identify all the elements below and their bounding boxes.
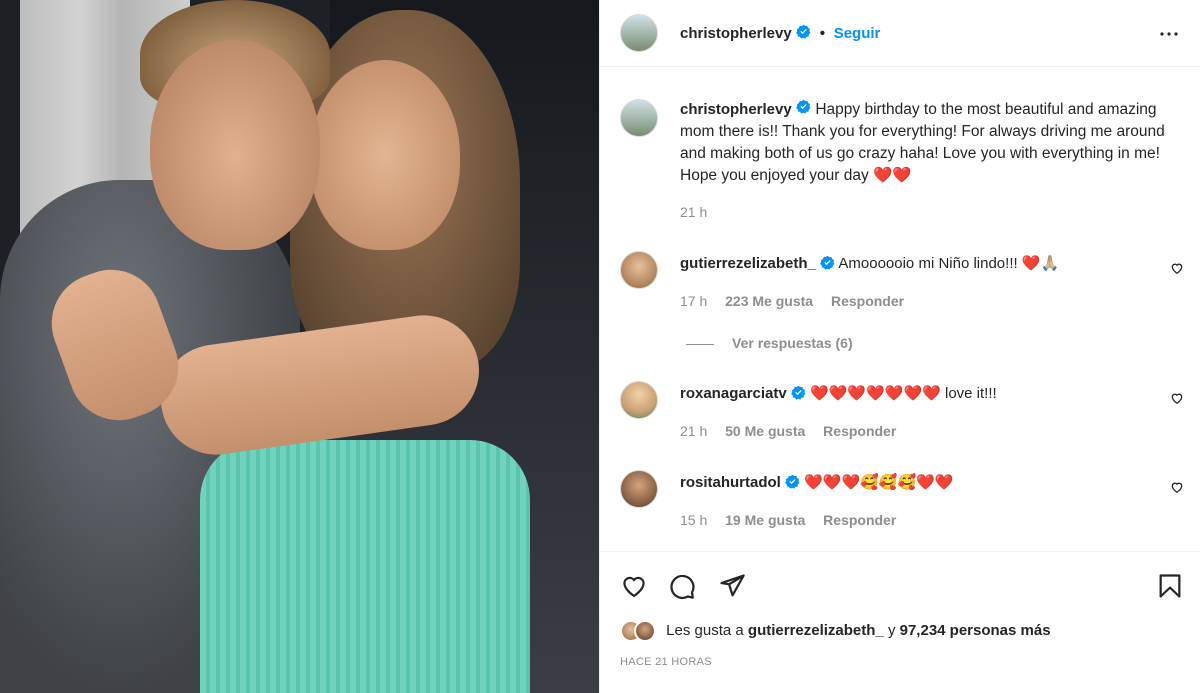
more-options-icon[interactable] [1157, 22, 1181, 51]
comment: rositahurtadol ❤️❤️❤️🥰🥰🥰❤️❤️ [680, 473, 954, 493]
replies-divider-line [686, 343, 714, 345]
likes-count[interactable]: 97,234 personas más [900, 622, 1051, 639]
verified-badge-icon [820, 255, 835, 274]
comment-meta: 21 h 50 Me gusta Responder [680, 423, 910, 439]
photo-man-face [150, 40, 320, 250]
likes-summary: Les gusta a gutierrezelizabeth_ y 97,234… [620, 620, 1051, 642]
actions-divider [600, 551, 1200, 552]
comment-time: 21 h [680, 423, 708, 439]
comment-avatar[interactable] [620, 251, 658, 289]
caption-time: 21 h [680, 204, 708, 220]
comment-username[interactable]: roxanagarciatv [680, 385, 787, 402]
verified-badge-icon [796, 24, 811, 44]
caption-author-username[interactable]: christopherlevy [680, 101, 792, 118]
post-header: christopherlevy • Seguir [600, 0, 1200, 67]
liker-avatar[interactable] [634, 620, 656, 642]
comment-text: ❤️❤️❤️❤️❤️❤️❤️ love it!!! [810, 385, 997, 402]
likes-prefix: Les gusta a [666, 621, 744, 639]
share-send-icon[interactable] [718, 572, 746, 605]
comment-likes[interactable]: 19 Me gusta [725, 512, 805, 528]
post-side-panel: christopherlevy • Seguir christopherlevy… [599, 0, 1200, 693]
comment-avatar[interactable] [620, 381, 658, 419]
view-replies-label: Ver respuestas (6) [732, 335, 853, 351]
post-photo[interactable] [0, 0, 599, 693]
comment-username[interactable]: rositahurtadol [680, 474, 781, 491]
comment-avatar[interactable] [620, 470, 658, 508]
verified-badge-icon [796, 99, 811, 121]
comment: gutierrezelizabeth_ Amoooooio mi Niño li… [680, 254, 1059, 274]
comment-username[interactable]: gutierrezelizabeth_ [680, 255, 816, 272]
comment-time: 15 h [680, 512, 708, 528]
like-comment-heart-icon[interactable] [1170, 480, 1184, 499]
follow-button[interactable]: Seguir [834, 25, 881, 42]
save-bookmark-icon[interactable] [1156, 572, 1184, 605]
reply-button[interactable]: Responder [831, 293, 904, 309]
post-timestamp: HACE 21 HORAS [620, 656, 712, 668]
reply-button[interactable]: Responder [823, 512, 896, 528]
author-username[interactable]: christopherlevy [680, 25, 792, 42]
like-comment-heart-icon[interactable] [1170, 391, 1184, 410]
photo-dress [200, 440, 530, 693]
view-replies-button[interactable]: Ver respuestas (6) [686, 335, 853, 351]
verified-badge-icon [785, 474, 800, 493]
like-heart-icon[interactable] [620, 572, 648, 605]
comment-meta: 17 h 223 Me gusta Responder [680, 293, 918, 309]
author-avatar[interactable] [620, 14, 658, 52]
caption-author-avatar[interactable] [620, 99, 658, 137]
post-caption: christopherlevy Happy birthday to the mo… [680, 99, 1180, 187]
reply-button[interactable]: Responder [823, 423, 896, 439]
comment-text: Amoooooio mi Niño lindo!!! ❤️🙏🏼 [838, 255, 1060, 272]
comment: roxanagarciatv ❤️❤️❤️❤️❤️❤️❤️ love it!!! [680, 384, 997, 404]
comment-likes[interactable]: 50 Me gusta [725, 423, 805, 439]
comment-likes[interactable]: 223 Me gusta [725, 293, 813, 309]
photo-woman-face [310, 60, 460, 250]
comment-meta: 15 h 19 Me gusta Responder [680, 512, 910, 528]
likes-user[interactable]: gutierrezelizabeth_ [748, 622, 884, 639]
comment-time: 17 h [680, 293, 708, 309]
comment-text: ❤️❤️❤️🥰🥰🥰❤️❤️ [804, 474, 954, 491]
verified-badge-icon [791, 385, 806, 404]
comment-bubble-icon[interactable] [668, 572, 696, 605]
like-comment-heart-icon[interactable] [1170, 261, 1184, 280]
likes-joiner: y [887, 621, 896, 639]
